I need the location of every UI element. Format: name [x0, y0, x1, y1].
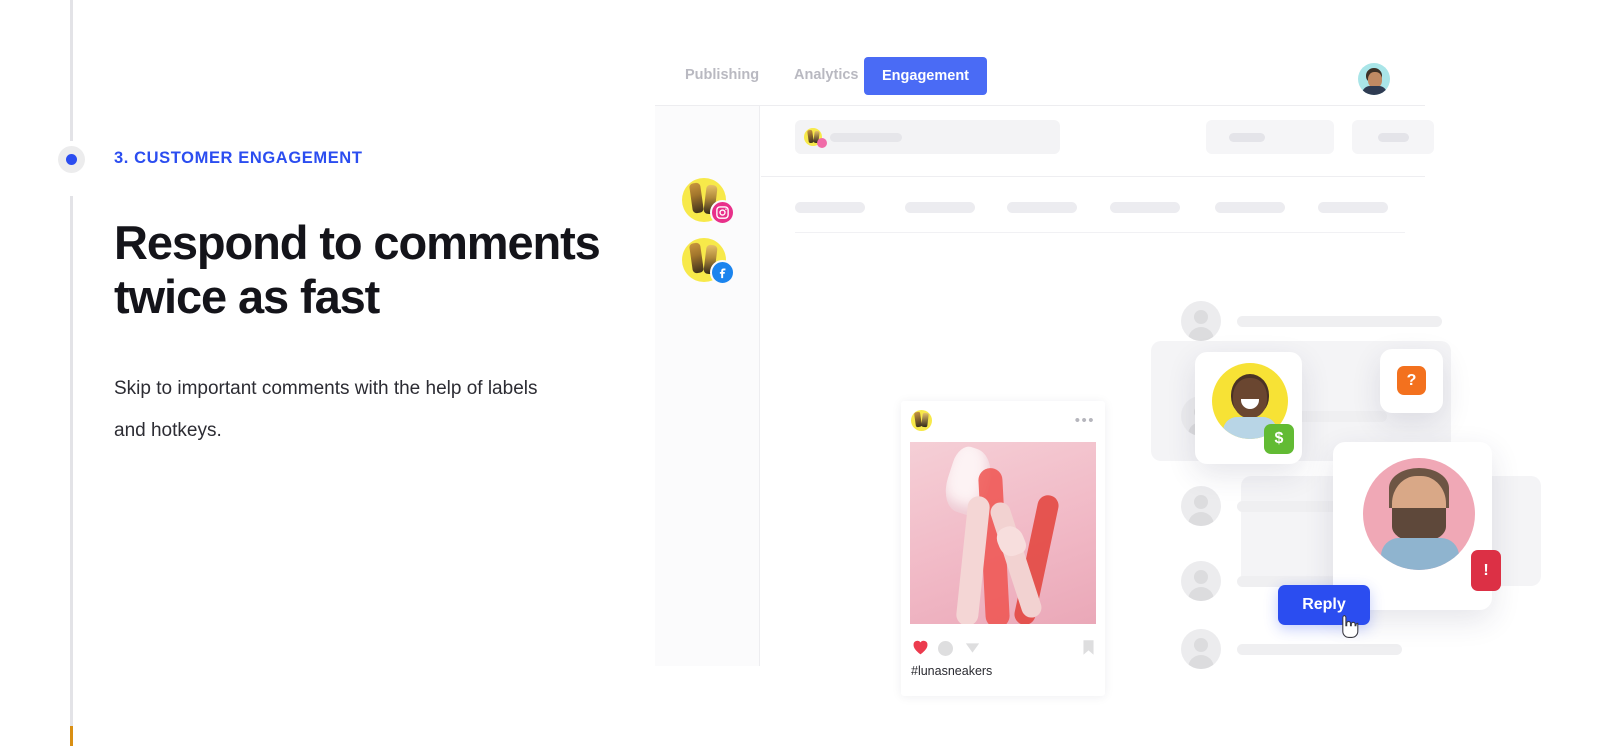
engagement-pane: ••• #lunasneakers $ ? ! Reply: [761, 106, 1541, 696]
facebook-icon: [710, 260, 735, 285]
search-avatar-network-badge: [817, 138, 827, 148]
filter-pill[interactable]: [1110, 202, 1180, 213]
filter-pill[interactable]: [1215, 202, 1285, 213]
rail-progress-indicator: [70, 726, 73, 746]
avatar-head: [1194, 495, 1208, 509]
tab-engagement[interactable]: Engagement: [864, 57, 988, 95]
comment-card-question[interactable]: ?: [1380, 349, 1443, 413]
app-tabbar: Publishing Analytics Engagement: [655, 48, 1425, 105]
app-mockup: Publishing Analytics Engagement ••• #lun…: [655, 48, 1541, 696]
timeline-rail: [58, 0, 85, 752]
avatar-body: [1188, 327, 1214, 341]
avatar-head: [1194, 638, 1208, 652]
commenter-avatar: [1181, 561, 1221, 601]
label-question-icon[interactable]: ?: [1397, 366, 1426, 395]
account-avatar-shoe-left: [688, 242, 705, 274]
bookmark-icon[interactable]: [1082, 639, 1095, 661]
avatar-body: [1362, 86, 1387, 95]
commenter-photo: [1363, 458, 1475, 570]
label-alert-icon[interactable]: !: [1471, 550, 1501, 591]
toolbar-button-label-placeholder: [1229, 132, 1265, 142]
photo-face: [1233, 378, 1267, 418]
headline-line-1: Respond to comments: [114, 216, 601, 269]
toolbar-button-primary[interactable]: [1206, 120, 1334, 154]
timeline-marker[interactable]: [58, 146, 85, 173]
avatar-body: [1188, 512, 1214, 526]
heart-icon[interactable]: [911, 638, 930, 660]
search-placeholder: [830, 132, 902, 142]
post-image: [910, 442, 1096, 624]
toolbar-divider: [761, 176, 1425, 177]
post-actions: [911, 638, 1095, 660]
search-input[interactable]: [795, 120, 1060, 154]
section-eyebrow: 3. CUSTOMER ENGAGEMENT: [114, 149, 363, 167]
comment-card-money[interactable]: $: [1195, 352, 1302, 464]
post-avatar-shoe-right: [921, 412, 929, 428]
search-account-avatar: [804, 128, 827, 148]
comment-icon[interactable]: [938, 641, 953, 656]
label-money-icon[interactable]: $: [1264, 424, 1294, 454]
post-caption: #lunasneakers: [911, 664, 993, 678]
filter-row: [795, 202, 1415, 214]
mouse-cursor-icon: [1339, 614, 1361, 640]
photo-shirt: [1381, 538, 1459, 570]
comment-row[interactable]: [1181, 301, 1521, 341]
headline-line-2: twice as fast: [114, 270, 380, 323]
post-header: •••: [911, 410, 1095, 432]
feature-section: 3. CUSTOMER ENGAGEMENT Respond to commen…: [0, 0, 1602, 752]
filter-pill[interactable]: [1007, 202, 1077, 213]
post-author-avatar[interactable]: [911, 410, 932, 431]
filter-pill[interactable]: [795, 202, 865, 213]
timeline-marker-dot: [66, 154, 77, 165]
account-item-facebook[interactable]: [682, 238, 735, 285]
pane-toolbar: [795, 120, 1434, 158]
avatar-body: [1188, 655, 1214, 669]
tab-analytics[interactable]: Analytics: [778, 57, 874, 93]
rail-segment-top: [70, 0, 73, 141]
section-copy: 3. CUSTOMER ENGAGEMENT Respond to commen…: [114, 140, 634, 452]
rail-segment-bottom: [70, 196, 73, 726]
commenter-avatar: [1181, 301, 1221, 341]
user-avatar[interactable]: [1358, 63, 1390, 95]
account-item-instagram[interactable]: [682, 178, 735, 225]
avatar-head: [1194, 570, 1208, 584]
share-icon[interactable]: [964, 640, 981, 661]
photo-beard: [1392, 508, 1446, 542]
post-card[interactable]: ••• #lunasneakers: [901, 401, 1105, 696]
avatar-body: [1188, 587, 1214, 601]
filter-pill[interactable]: [905, 202, 975, 213]
section-subcopy: Skip to important comments with the help…: [114, 378, 538, 441]
post-more-options-icon[interactable]: •••: [1075, 413, 1095, 428]
account-sidebar: [655, 106, 760, 666]
account-avatar-shoe-left: [688, 182, 705, 214]
tab-publishing[interactable]: Publishing: [669, 57, 775, 93]
toolbar-button-label-placeholder: [1377, 132, 1409, 142]
filter-pill[interactable]: [1318, 202, 1388, 213]
page-title: Respond to comments twice as fast: [114, 216, 634, 324]
avatar-head: [1194, 310, 1208, 324]
commenter-avatar: [1181, 486, 1221, 526]
toolbar-button-secondary[interactable]: [1352, 120, 1434, 154]
commenter-avatar: [1181, 629, 1221, 669]
instagram-icon: [710, 200, 735, 225]
comment-text-placeholder: [1237, 316, 1442, 327]
comment-text-placeholder: [1237, 644, 1402, 655]
filter-divider: [795, 232, 1405, 233]
